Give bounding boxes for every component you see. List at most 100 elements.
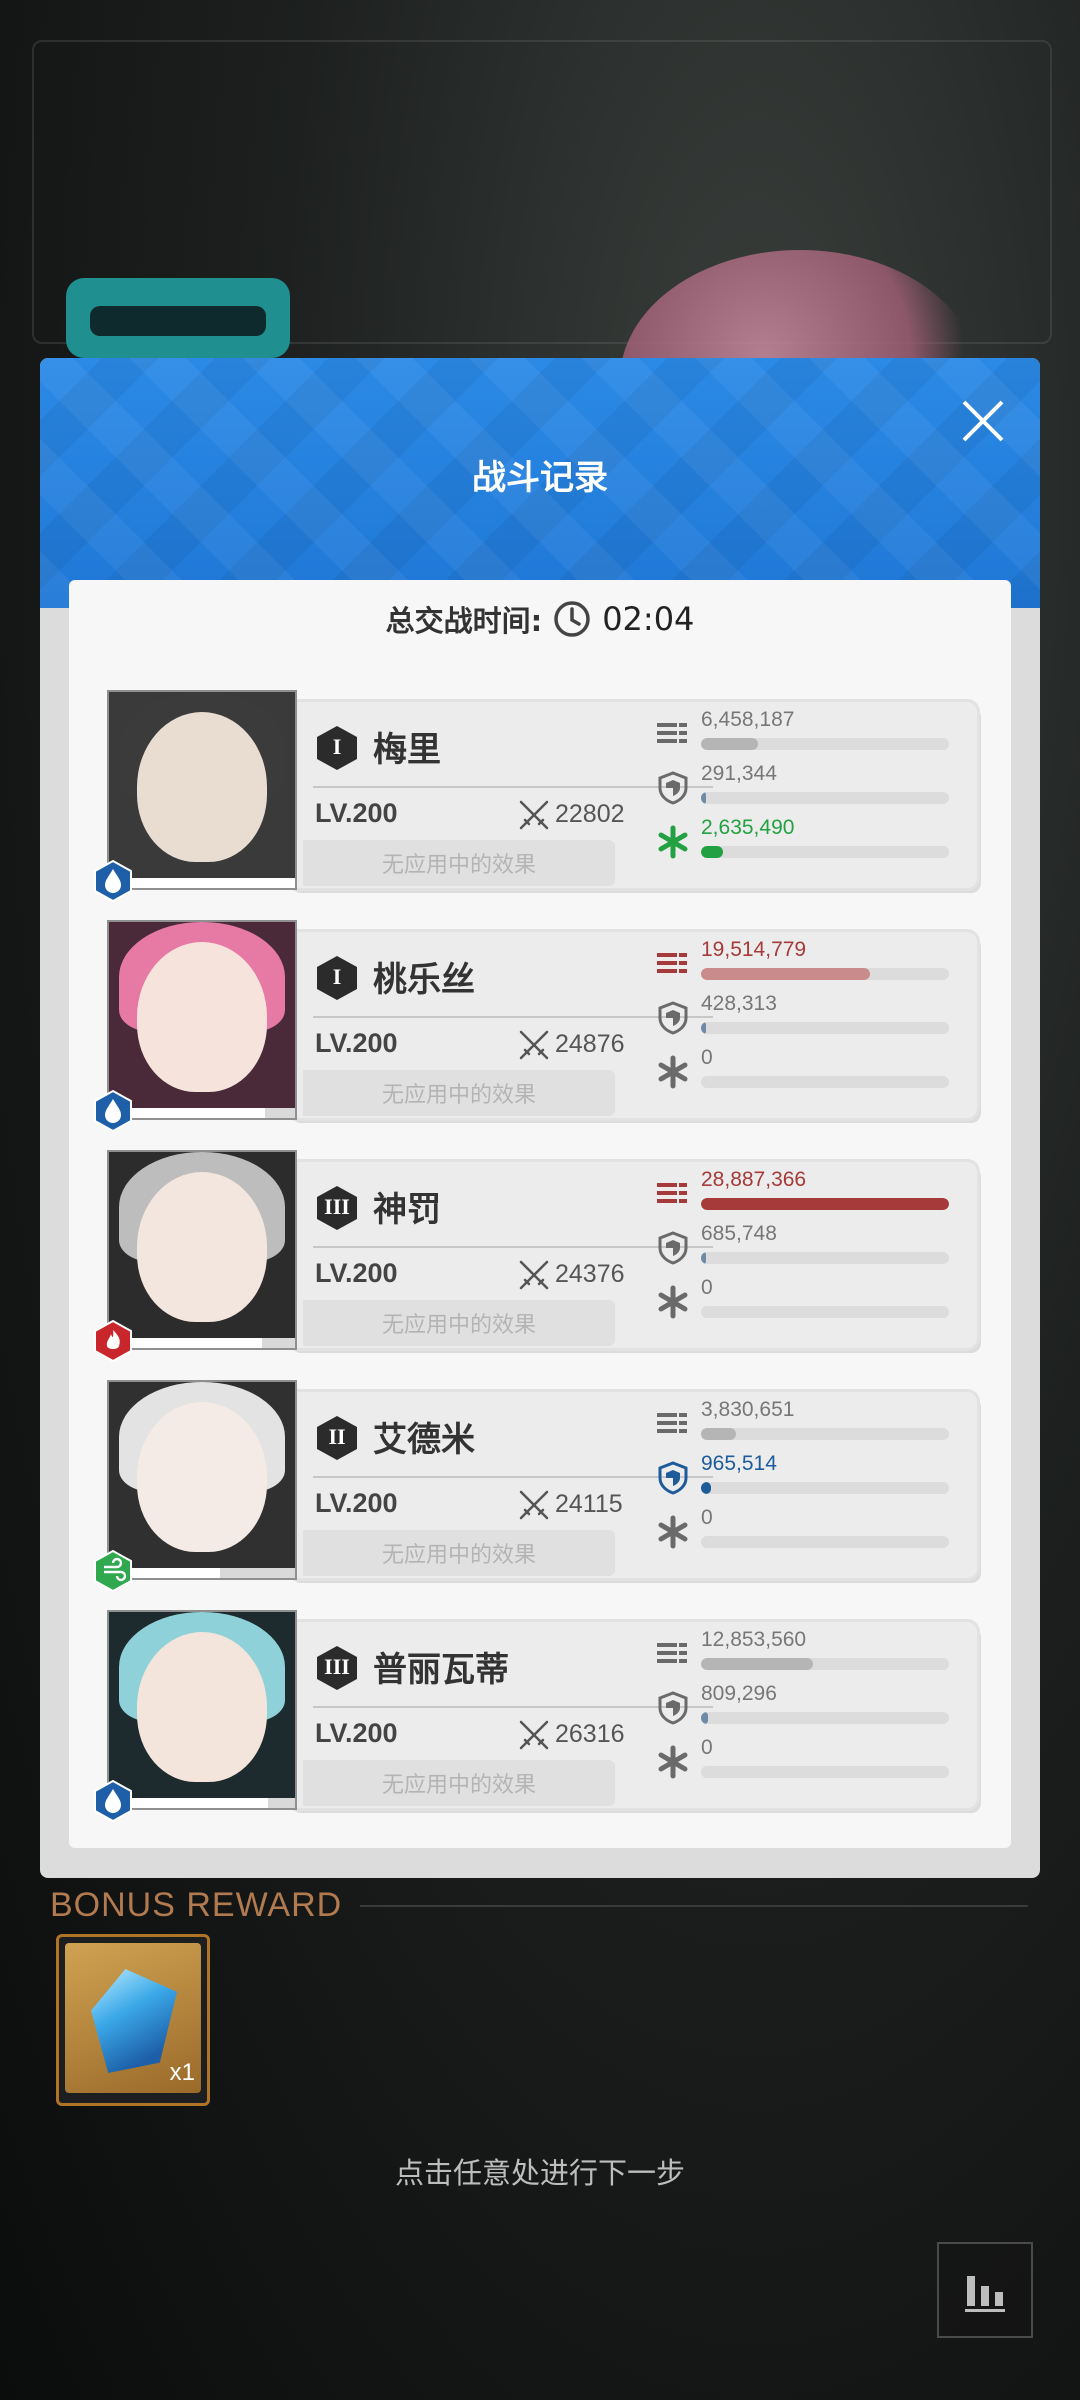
character-level: LV.200 xyxy=(315,1718,398,1748)
stats-button[interactable] xyxy=(937,2242,1033,2338)
damage-icon xyxy=(655,1406,691,1442)
defense-stat: 291,344 xyxy=(655,762,965,812)
rank-badge: II xyxy=(313,1414,361,1462)
damage-bar xyxy=(701,738,949,750)
character-card[interactable]: I 梅里 LV.200 22802 无应用中的效果 6,458,187 291,344 2,6… xyxy=(94,690,977,902)
bonus-divider xyxy=(360,1905,1028,1907)
character-level: LV.200 xyxy=(315,1028,398,1058)
character-level: LV.200 xyxy=(315,798,398,828)
reward-item[interactable]: x1 xyxy=(56,1934,210,2106)
duration-value: 02:04 xyxy=(602,600,695,638)
total-combat-time: 总交战时间: 02:04 xyxy=(69,598,1011,640)
portrait-face xyxy=(137,942,267,1092)
name-divider xyxy=(313,1706,713,1708)
damage-value: 28,887,366 xyxy=(701,1168,807,1191)
rank-numeral: III xyxy=(324,1194,350,1219)
heal-bar xyxy=(701,1306,949,1318)
character-level: LV.200 xyxy=(315,1258,398,1288)
heal-bar xyxy=(701,1076,949,1088)
name-divider xyxy=(313,1016,713,1018)
effects-status: 无应用中的效果 xyxy=(303,1300,615,1346)
hp-bar xyxy=(129,878,295,888)
heal-icon xyxy=(655,1284,691,1320)
portrait-face xyxy=(137,1632,267,1782)
character-card[interactable]: I 桃乐丝 LV.200 24876 无应用中的效果 19,514,779 428,313 0 xyxy=(94,920,977,1132)
combat-power-icon xyxy=(517,1258,551,1292)
character-name: 神罚 xyxy=(373,1190,441,1230)
bar-chart-icon xyxy=(965,2276,1005,2312)
reward-quantity: x1 xyxy=(169,2059,195,2086)
portrait-face xyxy=(137,712,267,862)
heal-bar xyxy=(701,1766,949,1778)
heal-stat: 0 xyxy=(655,1506,965,1556)
damage-bar xyxy=(701,968,949,980)
hp-bar xyxy=(129,1568,295,1578)
rank-badge: I xyxy=(313,724,361,772)
character-portrait[interactable] xyxy=(107,920,297,1120)
damage-stat: 28,887,366 xyxy=(655,1168,965,1218)
heal-value: 2,635,490 xyxy=(701,816,795,839)
rank-numeral: III xyxy=(324,1654,350,1679)
defense-bar xyxy=(701,1482,949,1494)
portrait-face xyxy=(137,1172,267,1322)
hp-bar xyxy=(129,1338,295,1348)
character-card[interactable]: III 神罚 LV.200 24376 无应用中的效果 28,887,366 685,748… xyxy=(94,1150,977,1362)
character-card[interactable]: II 艾德米 LV.200 24115 无应用中的效果 3,830,651 965,514 0 xyxy=(94,1380,977,1592)
damage-icon xyxy=(655,946,691,982)
heal-stat: 0 xyxy=(655,1046,965,1096)
shield-icon xyxy=(655,1230,691,1266)
background-tab xyxy=(66,278,290,358)
heal-bar xyxy=(701,846,949,858)
water-element-icon xyxy=(93,1780,133,1822)
damage-stat: 19,514,779 xyxy=(655,938,965,988)
character-card[interactable]: III 普丽瓦蒂 LV.200 26316 无应用中的效果 12,853,560 809,2… xyxy=(94,1610,977,1822)
character-name: 艾德米 xyxy=(373,1420,475,1460)
combat-power: 24876 xyxy=(555,1030,625,1058)
shield-icon xyxy=(655,1000,691,1036)
damage-value: 6,458,187 xyxy=(701,708,795,731)
defense-stat: 685,748 xyxy=(655,1222,965,1272)
defense-bar xyxy=(701,1022,949,1034)
wind-element-icon xyxy=(93,1550,133,1592)
portrait-face xyxy=(137,1402,267,1552)
character-portrait[interactable] xyxy=(107,1610,297,1810)
character-level: LV.200 xyxy=(315,1488,398,1518)
close-button[interactable] xyxy=(952,390,1014,452)
combat-power-icon xyxy=(517,1718,551,1752)
record-content: 总交战时间: 02:04 I 梅里 LV.200 22802 无应用中的效果 6,458,… xyxy=(69,580,1011,1848)
modal-title: 战斗记录 xyxy=(472,458,608,498)
heal-value: 0 xyxy=(701,1506,713,1529)
heal-icon xyxy=(655,1514,691,1550)
defense-bar xyxy=(701,1252,949,1264)
effects-status: 无应用中的效果 xyxy=(303,1530,615,1576)
character-portrait[interactable] xyxy=(107,1380,297,1580)
combat-power-icon xyxy=(517,798,551,832)
heal-icon xyxy=(655,824,691,860)
heal-stat: 0 xyxy=(655,1276,965,1326)
heal-value: 0 xyxy=(701,1736,713,1759)
defense-value: 965,514 xyxy=(701,1452,777,1475)
defense-stat: 809,296 xyxy=(655,1682,965,1732)
heal-icon xyxy=(655,1054,691,1090)
damage-icon xyxy=(655,1176,691,1212)
shield-icon xyxy=(655,1690,691,1726)
rank-badge: I xyxy=(313,954,361,1002)
defense-value: 291,344 xyxy=(701,762,777,785)
rank-badge: III xyxy=(313,1644,361,1692)
fire-element-icon xyxy=(93,1320,133,1362)
blue-crystal-icon xyxy=(91,1969,177,2073)
heal-value: 0 xyxy=(701,1046,713,1069)
rank-numeral: I xyxy=(332,734,342,759)
character-name: 梅里 xyxy=(373,730,441,770)
heal-stat: 2,635,490 xyxy=(655,816,965,866)
battle-record-modal: 战斗记录 总交战时间: 02:04 I 梅里 LV.200 22802 无应用中的效果 6… xyxy=(40,358,1040,1878)
damage-icon xyxy=(655,1636,691,1672)
name-divider xyxy=(313,1246,713,1248)
character-portrait[interactable] xyxy=(107,690,297,890)
damage-icon xyxy=(655,716,691,752)
character-name: 桃乐丝 xyxy=(373,960,475,1000)
close-icon xyxy=(962,400,1004,442)
damage-stat: 6,458,187 xyxy=(655,708,965,758)
character-portrait[interactable] xyxy=(107,1150,297,1350)
shield-icon xyxy=(655,770,691,806)
